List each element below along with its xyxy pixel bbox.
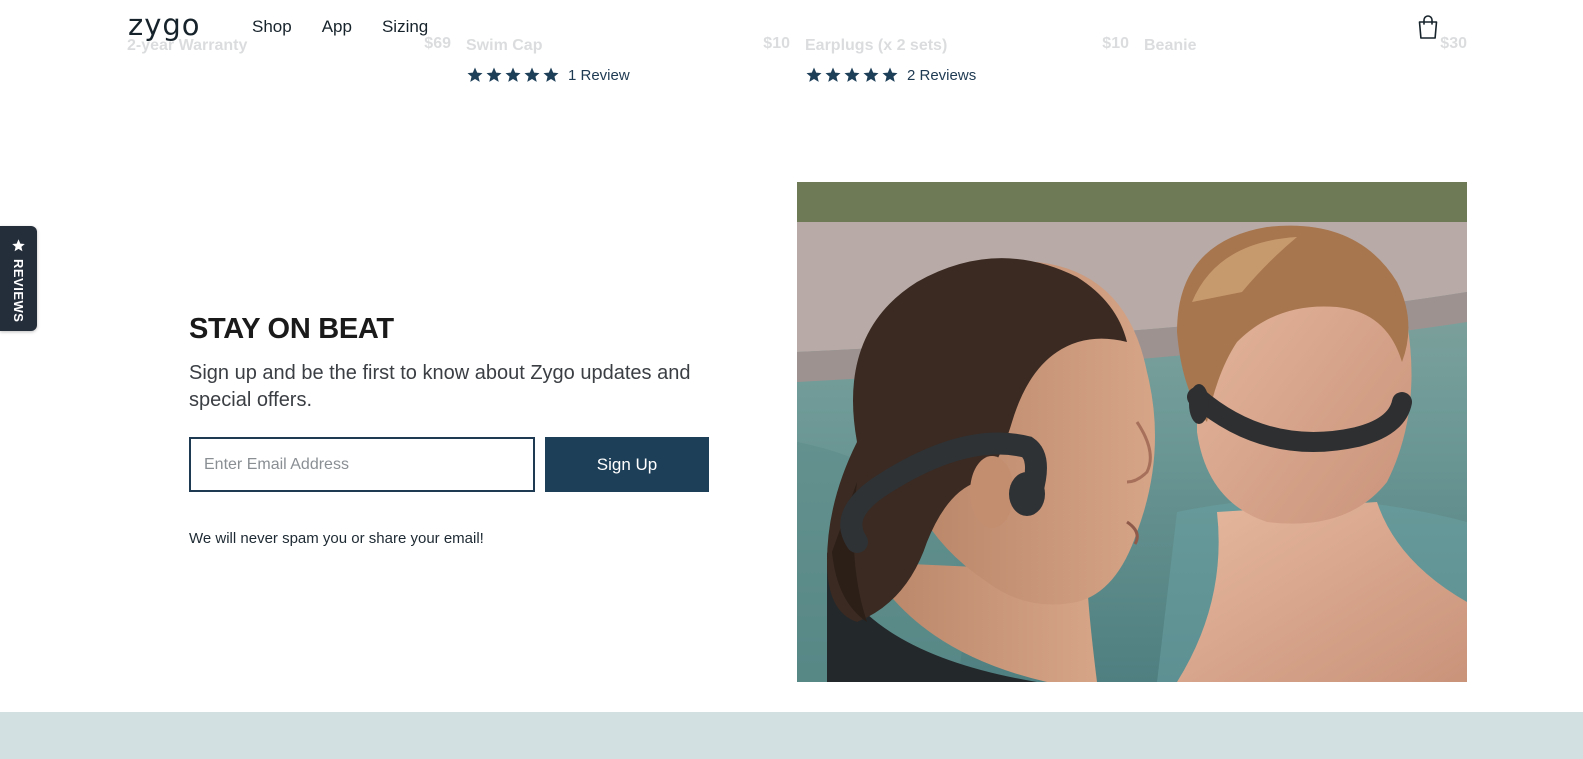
star-icon bbox=[12, 239, 25, 252]
star-icon bbox=[844, 67, 860, 82]
star-icon bbox=[505, 67, 521, 82]
star-icon bbox=[524, 67, 540, 82]
sign-up-button[interactable]: Sign Up bbox=[545, 437, 709, 492]
zygo-logo[interactable]: zygo bbox=[128, 8, 201, 42]
lifestyle-photo bbox=[797, 182, 1467, 682]
star-icon bbox=[486, 67, 502, 82]
reviews-tab-label: REVIEWS bbox=[11, 259, 26, 323]
privacy-note: We will never spam you or share your ema… bbox=[189, 530, 484, 547]
rating-stars bbox=[805, 66, 899, 84]
newsletter-title: STAY ON BEAT bbox=[189, 313, 394, 345]
site-header: zygo Shop App Sizing bbox=[0, 0, 1583, 58]
star-icon bbox=[543, 67, 559, 82]
star-icon bbox=[467, 67, 483, 82]
footer-band bbox=[0, 712, 1583, 759]
reviews-tab[interactable]: REVIEWS bbox=[0, 226, 37, 331]
email-input[interactable] bbox=[189, 437, 535, 492]
newsletter-section: STAY ON BEAT Sign up and be the first to… bbox=[189, 313, 729, 547]
review-count[interactable]: 1 Review bbox=[568, 67, 630, 84]
main-nav: Shop App Sizing bbox=[252, 17, 428, 37]
nav-item-shop[interactable]: Shop bbox=[252, 17, 292, 37]
product-rating[interactable]: 2 Reviews bbox=[805, 66, 976, 84]
swimmers-with-headphones-image bbox=[797, 182, 1467, 682]
star-icon bbox=[806, 67, 822, 82]
star-icon bbox=[825, 67, 841, 82]
shopping-bag-icon[interactable] bbox=[1416, 14, 1440, 40]
newsletter-subtitle: Sign up and be the first to know about Z… bbox=[189, 362, 691, 411]
signup-form: Sign Up bbox=[189, 437, 709, 492]
page: 2-year Warranty $69 Swim Cap $10 1 Revie… bbox=[0, 0, 1583, 759]
product-rating[interactable]: 1 Review bbox=[466, 66, 630, 84]
rating-stars bbox=[466, 66, 560, 84]
star-icon bbox=[882, 67, 898, 82]
review-count[interactable]: 2 Reviews bbox=[907, 67, 976, 84]
nav-item-sizing[interactable]: Sizing bbox=[382, 17, 428, 37]
star-icon bbox=[863, 67, 879, 82]
nav-item-app[interactable]: App bbox=[322, 17, 352, 37]
